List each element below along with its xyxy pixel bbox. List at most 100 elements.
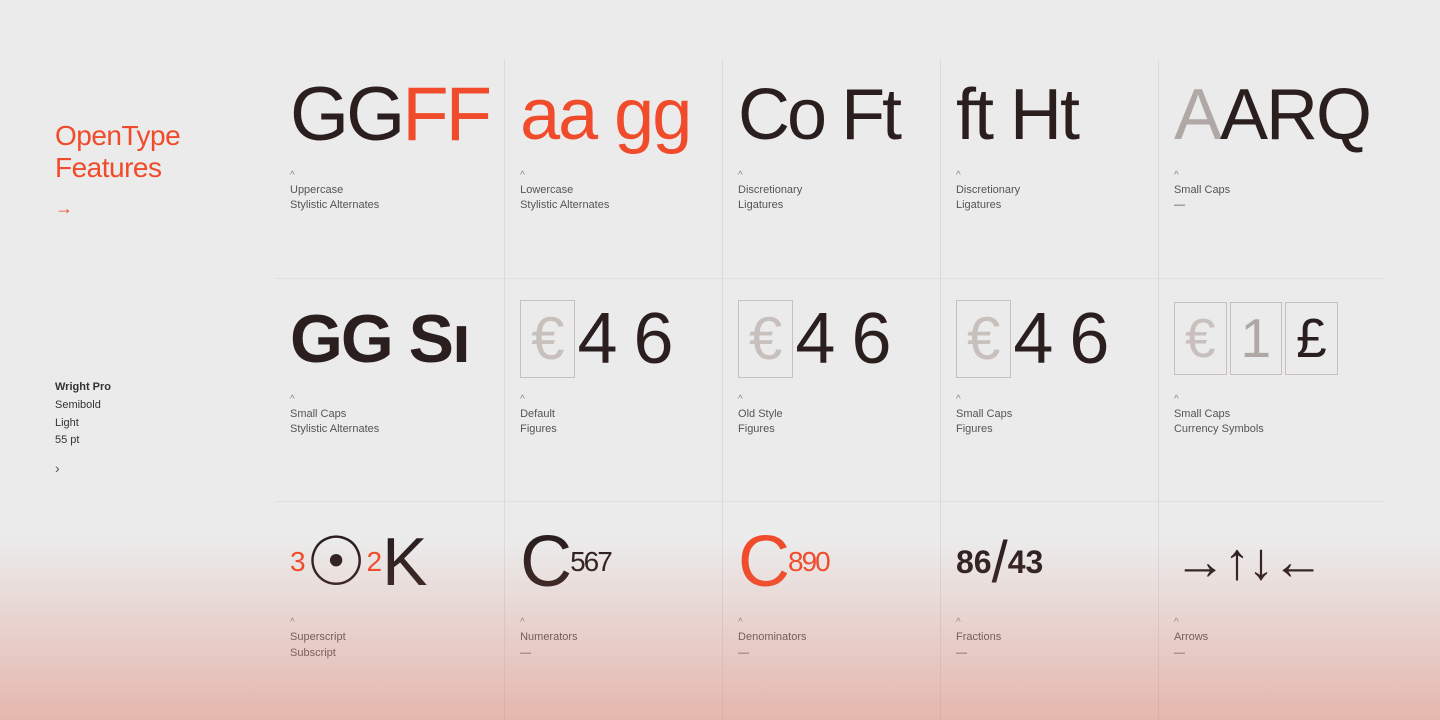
frac-slash: /: [992, 529, 1008, 596]
digits-sc: 4 6: [1013, 303, 1107, 375]
cell-old-style-figures: € 4 6 ^ Old StyleFigures: [723, 279, 941, 503]
k-letter: K: [382, 523, 427, 601]
glyph-default-figures: € 4 6: [520, 294, 671, 384]
label-text-4: DiscretionaryLigatures: [956, 183, 1020, 214]
euro-symbol-old: €: [738, 300, 793, 378]
label-text-10: Small CapsCurrency Symbols: [1174, 407, 1264, 438]
cell-superscript-subscript: 3☉2K ^ SuperscriptSubscript: [275, 502, 505, 720]
caret-7: ^: [520, 394, 557, 405]
caret-14: ^: [956, 617, 1001, 628]
glyph-small-caps-currency: € 1 £: [1174, 294, 1341, 384]
label-text-14: Fractions—: [956, 630, 1001, 661]
label-old-style-figures: ^ Old StyleFigures: [738, 394, 783, 438]
caret-6: ^: [290, 394, 379, 405]
cell-arrows: →↑↓← ^ Arrows—: [1159, 502, 1385, 720]
label-lowercase-stylistic: ^ LowercaseStylistic Alternates: [520, 170, 609, 214]
caret-11: ^: [290, 617, 346, 628]
glyph-ff-red: FF: [402, 77, 489, 153]
caret-10: ^: [1174, 394, 1264, 405]
glyph-old-style-figures: € 4 6: [738, 294, 889, 384]
glyph-lowercase-stylistic: aa gg: [520, 70, 690, 160]
cell-disc-lig-2: ft Ht ^ DiscretionaryLigatures: [941, 60, 1159, 279]
euro-symbol-default: €: [520, 300, 575, 378]
caret-4: ^: [956, 170, 1020, 181]
glyph-arrows: →↑↓←: [1174, 517, 1322, 607]
caret-2: ^: [520, 170, 609, 181]
c-numerator: C: [520, 521, 570, 603]
glyph-uppercase-stylistic: GG FF: [290, 70, 489, 160]
caret-13: ^: [738, 617, 806, 628]
sidebar-chevron[interactable]: ›: [55, 460, 255, 476]
digits-default: 4 6: [577, 303, 671, 375]
label-fractions: ^ Fractions—: [956, 617, 1001, 661]
label-disc-lig-2: ^ DiscretionaryLigatures: [956, 170, 1020, 214]
cell-denominators: C890 ^ Denominators—: [723, 502, 941, 720]
label-small-caps: ^ Small Caps—: [1174, 170, 1230, 214]
caret-9: ^: [956, 394, 1012, 405]
label-text-6: Small CapsStylistic Alternates: [290, 407, 379, 438]
pound-symbol: £: [1285, 302, 1338, 375]
caret-15: ^: [1174, 617, 1208, 628]
digits-denominator: 890: [788, 546, 829, 578]
glyph-disc-lig-1: Co Ft: [738, 70, 899, 160]
font-variant: Light: [55, 417, 79, 429]
euro-symbol-sc: €: [956, 300, 1011, 378]
sidebar: OpenTypeFeatures → Wright Pro Semibold L…: [55, 60, 255, 720]
cell-small-caps: AARQ ^ Small Caps—: [1159, 60, 1385, 279]
label-small-caps-alt: ^ Small CapsStylistic Alternates: [290, 394, 379, 438]
label-text-3: DiscretionaryLigatures: [738, 183, 802, 214]
glyph-a-light: A: [1174, 79, 1220, 151]
label-text-9: Small CapsFigures: [956, 407, 1012, 438]
label-text-1: UppercaseStylistic Alternates: [290, 183, 379, 214]
glyph-small-caps-alt: GG Sı: [290, 294, 469, 384]
label-arrows: ^ Arrows—: [1174, 617, 1208, 661]
euro-bordered: €: [1174, 302, 1227, 375]
label-disc-lig-1: ^ DiscretionaryLigatures: [738, 170, 802, 214]
sidebar-font-info: Wright Pro Semibold Light 55 pt: [55, 379, 255, 449]
glyph-arq: ARQ: [1220, 79, 1370, 151]
label-super-sub: ^ SuperscriptSubscript: [290, 617, 346, 661]
cell-small-caps-alt: GG Sı ^ Small CapsStylistic Alternates: [275, 279, 505, 503]
label-text-11: SuperscriptSubscript: [290, 630, 346, 661]
super-3: 3: [290, 546, 306, 578]
label-small-caps-figures: ^ Small CapsFigures: [956, 394, 1012, 438]
sub-2: 2: [367, 546, 383, 578]
cell-small-caps-currency: € 1 £ ^ Small CapsCurrency Symbols: [1159, 279, 1385, 503]
label-text-5: Small Caps—: [1174, 183, 1230, 214]
digits-old: 4 6: [795, 303, 889, 375]
c-denominator: C: [738, 521, 788, 603]
cell-disc-lig-1: Co Ft ^ DiscretionaryLigatures: [723, 60, 941, 279]
font-name: Wright Pro: [55, 381, 111, 393]
glyph-g1: GG: [290, 77, 402, 153]
label-denominators: ^ Denominators—: [738, 617, 806, 661]
glyph-super-sub: 3☉2K: [290, 517, 427, 607]
glyph-fractions: 86/43: [956, 517, 1043, 607]
label-text-12: Numerators—: [520, 630, 577, 661]
label-numerators: ^ Numerators—: [520, 617, 577, 661]
glyph-disc-lig-2: ft Ht: [956, 70, 1078, 160]
caret-3: ^: [738, 170, 802, 181]
label-text-13: Denominators—: [738, 630, 806, 661]
label-small-caps-currency: ^ Small CapsCurrency Symbols: [1174, 394, 1264, 438]
main-container: OpenTypeFeatures → Wright Pro Semibold L…: [0, 0, 1440, 720]
label-text-2: LowercaseStylistic Alternates: [520, 183, 609, 214]
label-uppercase-stylistic: ^ UppercaseStylistic Alternates: [290, 170, 379, 214]
label-text-7: DefaultFigures: [520, 407, 557, 438]
caret-1: ^: [290, 170, 379, 181]
one-symbol: 1: [1230, 302, 1283, 375]
sidebar-arrow[interactable]: →: [55, 198, 255, 219]
sidebar-title: OpenTypeFeatures: [55, 120, 255, 184]
glyph-denominators: C890: [738, 517, 829, 607]
cell-fractions: 86/43 ^ Fractions—: [941, 502, 1159, 720]
glyph-numerators: C567: [520, 517, 611, 607]
cell-small-caps-figures: € 4 6 ^ Small CapsFigures: [941, 279, 1159, 503]
label-default-figures: ^ DefaultFigures: [520, 394, 557, 438]
glyph-small-caps: AARQ: [1174, 70, 1370, 160]
circle-o: ☉: [306, 523, 367, 602]
caret-12: ^: [520, 617, 577, 628]
font-size: 55 pt: [55, 434, 79, 446]
font-weight: Semibold: [55, 399, 101, 411]
frac-numerator: 86: [956, 544, 992, 581]
cell-numerators: C567 ^ Numerators—: [505, 502, 723, 720]
glyph-small-caps-figures: € 4 6: [956, 294, 1107, 384]
